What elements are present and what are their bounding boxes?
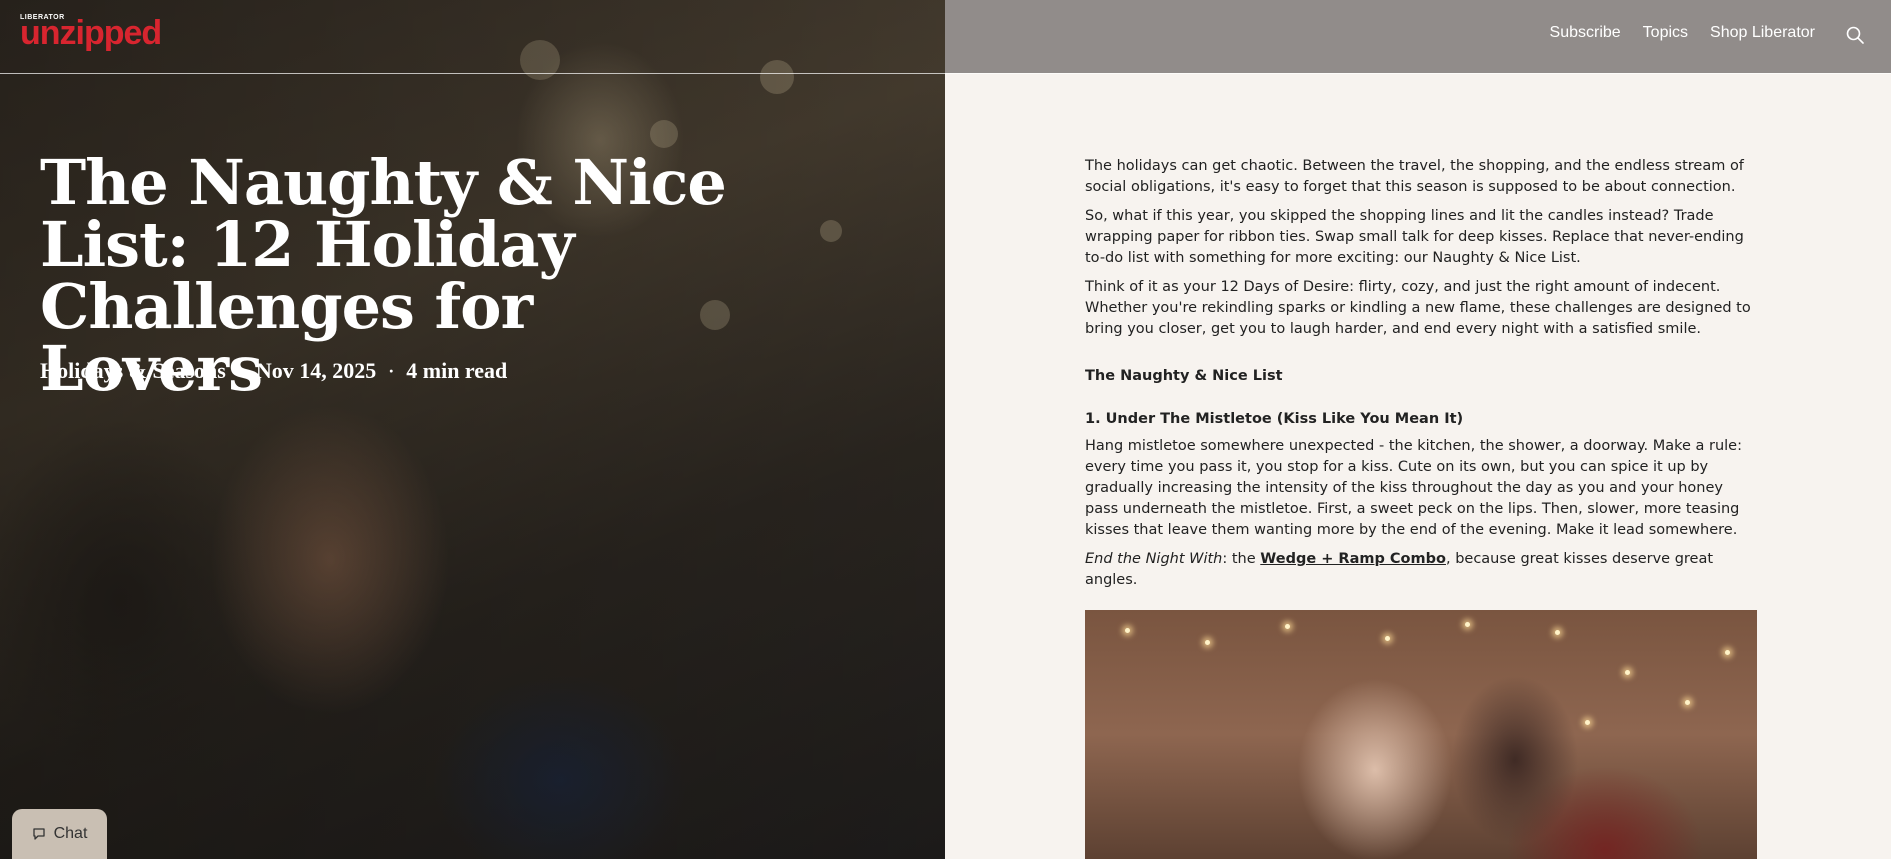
hero-overlay <box>0 0 945 859</box>
hero-image: The Naughty & Nice List: 12 Holiday Chal… <box>0 0 945 859</box>
string-light <box>1205 640 1210 645</box>
string-light <box>1125 628 1130 633</box>
article-date: Nov 14, 2025 <box>255 358 377 383</box>
meta-separator: · <box>237 360 244 381</box>
string-light <box>1385 636 1390 641</box>
chat-button[interactable]: Chat <box>12 809 107 859</box>
intro-paragraph: Think of it as your 12 Days of Desire: f… <box>1085 279 1751 337</box>
nav-shop-liberator[interactable]: Shop Liberator <box>1710 24 1815 42</box>
string-light <box>1625 670 1630 675</box>
chat-label: Chat <box>53 825 88 842</box>
string-light <box>1465 622 1470 627</box>
string-light <box>1555 630 1560 635</box>
article-photo <box>1085 610 1757 859</box>
logo-wordmark: unzipped <box>20 14 162 52</box>
end-the-night-line: End the Night With: the Wedge + Ramp Com… <box>1085 549 1757 591</box>
meta-separator: · <box>388 360 395 381</box>
end-label: End the Night With <box>1085 551 1223 567</box>
nav-subscribe[interactable]: Subscribe <box>1550 24 1621 42</box>
article-meta: Holidays & Seasons · Nov 14, 2025 · 4 mi… <box>40 358 507 384</box>
product-link[interactable]: Wedge + Ramp Combo <box>1260 551 1446 567</box>
string-light <box>1585 720 1590 725</box>
end-sep: : the <box>1222 551 1261 567</box>
intro-paragraph: So, what if this year, you skipped the s… <box>1085 208 1744 266</box>
intro-paragraph: The holidays can get chaotic. Between th… <box>1085 158 1744 195</box>
article-category[interactable]: Holidays & Seasons <box>40 358 226 384</box>
chat-bubble-icon <box>32 828 45 840</box>
string-light <box>1685 700 1690 705</box>
article-body: The holidays can get chaotic. Between th… <box>1085 156 1757 599</box>
string-light <box>1285 624 1290 629</box>
read-time: 4 min read <box>406 358 508 383</box>
site-logo[interactable]: LIBERATOR unzipped <box>20 14 162 52</box>
main-nav: Subscribe Topics Shop Liberator <box>1550 24 1815 42</box>
search-icon[interactable] <box>1846 26 1864 44</box>
section-heading: The Naughty & Nice List <box>1085 368 1283 384</box>
site-header: LIBERATOR unzipped Subscribe Topics Shop… <box>0 0 1891 74</box>
nav-topics[interactable]: Topics <box>1643 24 1688 42</box>
challenge-heading: 1. Under The Mistletoe (Kiss Like You Me… <box>1085 411 1464 427</box>
string-light <box>1725 650 1730 655</box>
challenge-body: Hang mistletoe somewhere unexpected - th… <box>1085 438 1742 538</box>
